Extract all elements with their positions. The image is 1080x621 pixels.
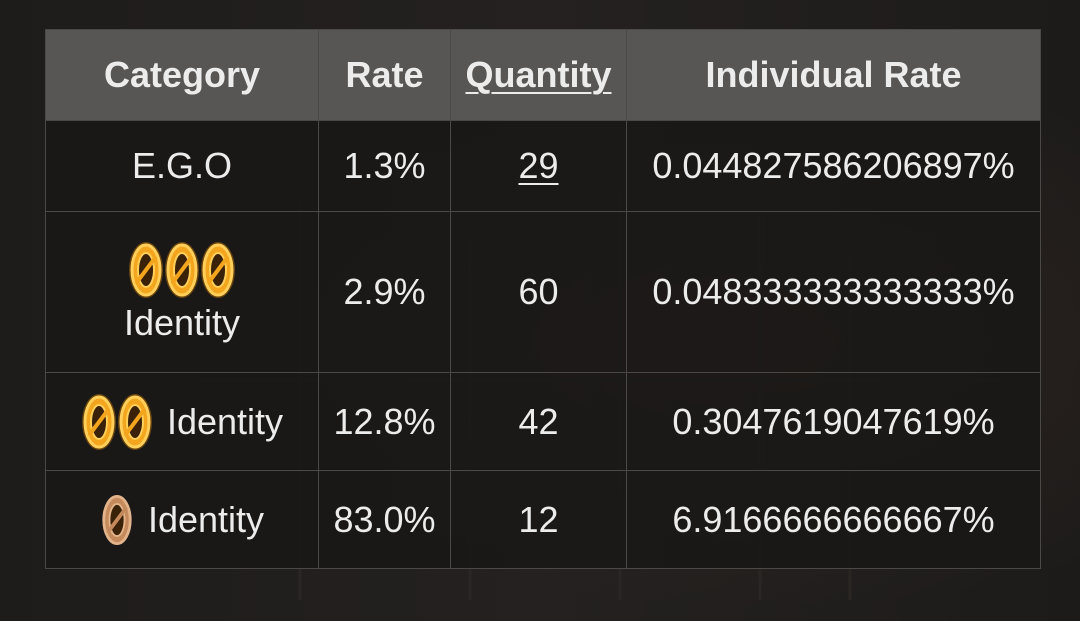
- rarity-icons: [128, 240, 236, 300]
- quantity-link[interactable]: 29: [518, 145, 558, 186]
- category-cell: Identity: [45, 211, 319, 373]
- rate-cell: 1.3%: [318, 120, 451, 212]
- individual-rate-cell: 0.048333333333333%: [626, 211, 1041, 373]
- table-row: Identity 83.0% 12 6.9166666666667%: [45, 470, 1041, 569]
- rarity-gold-icon: [117, 392, 153, 452]
- quantity-cell: 60: [450, 211, 627, 373]
- individual-rate-cell: 6.9166666666667%: [626, 470, 1041, 569]
- rarity-gold-icon: [128, 240, 164, 300]
- quantity-cell: 12: [450, 470, 627, 569]
- table-row: E.G.O 1.3% 29 0.044827586206897%: [45, 120, 1041, 212]
- rarity-icons: [81, 392, 153, 452]
- category-cell: Identity: [45, 372, 319, 471]
- category-label: Identity: [123, 302, 241, 343]
- header-quantity[interactable]: Quantity: [450, 29, 627, 121]
- rate-cell: 2.9%: [318, 211, 451, 373]
- header-category: Category: [45, 29, 319, 121]
- rarity-icons: [100, 491, 134, 549]
- table-row: Identity 12.8% 42 0.3047619047619%: [45, 372, 1041, 471]
- quantity-cell: 42: [450, 372, 627, 471]
- rate-cell: 12.8%: [318, 372, 451, 471]
- category-label: Identity: [147, 498, 265, 540]
- header-individual-rate: Individual Rate: [626, 29, 1041, 121]
- rarity-gold-icon: [164, 240, 200, 300]
- category-cell: Identity: [45, 470, 319, 569]
- rarity-bronze-icon: [100, 491, 134, 549]
- drop-rate-table: Category Rate Quantity Individual Rate E…: [45, 29, 1041, 569]
- rate-cell: 83.0%: [318, 470, 451, 569]
- rarity-gold-icon: [200, 240, 236, 300]
- quantity-cell[interactable]: 29: [450, 120, 627, 212]
- header-rate: Rate: [318, 29, 451, 121]
- category-cell: E.G.O: [45, 120, 319, 212]
- category-label: Identity: [166, 400, 284, 442]
- header-quantity-link[interactable]: Quantity: [465, 54, 611, 95]
- header-row: Category Rate Quantity Individual Rate: [45, 29, 1041, 121]
- rarity-gold-icon: [81, 392, 117, 452]
- table-row: Identity 2.9% 60 0.048333333333333%: [45, 211, 1041, 373]
- individual-rate-cell: 0.3047619047619%: [626, 372, 1041, 471]
- drop-rate-table-container: Category Rate Quantity Individual Rate E…: [45, 29, 1041, 569]
- individual-rate-cell: 0.044827586206897%: [626, 120, 1041, 212]
